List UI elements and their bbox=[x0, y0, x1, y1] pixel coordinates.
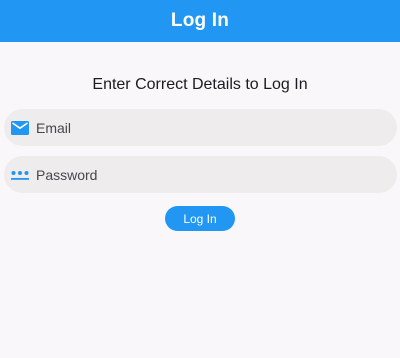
login-button[interactable]: Log In bbox=[165, 206, 235, 231]
app-bar-title: Log In bbox=[170, 10, 230, 31]
password-dots-icon bbox=[11, 168, 29, 182]
mail-icon bbox=[11, 120, 29, 135]
password-field[interactable] bbox=[4, 156, 397, 193]
form-heading: Enter Correct Details to Log In bbox=[92, 76, 308, 93]
password-input[interactable] bbox=[36, 166, 376, 183]
app-bar: Log In bbox=[0, 0, 400, 42]
email-field[interactable] bbox=[4, 109, 397, 146]
email-input[interactable] bbox=[36, 119, 376, 136]
